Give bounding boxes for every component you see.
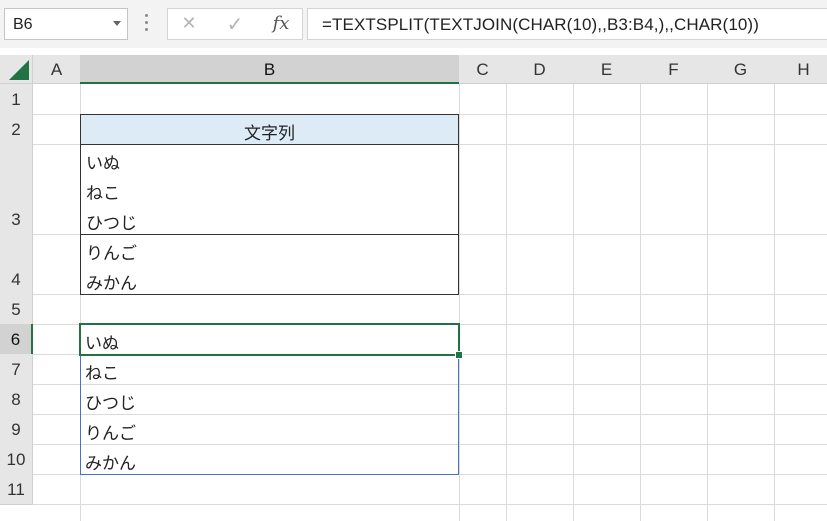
select-all-triangle-icon bbox=[9, 60, 29, 80]
cell-b4[interactable]: りんご みかん bbox=[80, 234, 459, 295]
row-header-11[interactable]: 11 bbox=[0, 474, 33, 505]
row-header-1[interactable]: 1 bbox=[0, 84, 33, 115]
cell-b3-line-2: ねこ bbox=[86, 184, 120, 204]
row-header-2[interactable]: 2 bbox=[0, 114, 33, 145]
cell-b3-line-3: ひつじ bbox=[86, 214, 137, 234]
insert-function-icon[interactable]: fx bbox=[266, 12, 296, 36]
column-header-d[interactable]: D bbox=[506, 55, 574, 84]
column-header-g[interactable]: G bbox=[707, 55, 775, 84]
row-header-9[interactable]: 9 bbox=[0, 414, 33, 445]
cell-b3-line-1: いぬ bbox=[86, 154, 120, 174]
active-cell-selection bbox=[79, 323, 460, 356]
column-header-f[interactable]: F bbox=[640, 55, 708, 84]
select-all-button[interactable] bbox=[0, 55, 33, 84]
cell-b2-text: 文字列 bbox=[244, 124, 295, 144]
cell-b2[interactable]: 文字列 bbox=[80, 114, 459, 145]
row-number: 3 bbox=[11, 210, 21, 229]
cell-b3[interactable]: いぬ ねこ ひつじ bbox=[80, 144, 459, 235]
column-header-e[interactable]: E bbox=[573, 55, 641, 84]
row-number: 7 bbox=[11, 360, 21, 379]
row-header-6[interactable]: 6 bbox=[0, 324, 33, 355]
row-header-7[interactable]: 7 bbox=[0, 354, 33, 385]
column-header-c[interactable]: C bbox=[459, 55, 507, 84]
row-header-10[interactable]: 10 bbox=[0, 444, 33, 475]
column-header-h[interactable]: H bbox=[774, 55, 827, 84]
row-number: 6 bbox=[10, 330, 21, 349]
column-header-a[interactable]: A bbox=[33, 55, 81, 84]
fill-handle[interactable] bbox=[455, 351, 463, 359]
row-number: 1 bbox=[11, 90, 21, 109]
column-header-b[interactable]: B bbox=[80, 55, 460, 84]
row-header-5[interactable]: 5 bbox=[0, 294, 33, 325]
formula-bar-resize-handle-icon[interactable] bbox=[145, 14, 149, 34]
name-box-value: B6 bbox=[13, 16, 33, 33]
cell-b7[interactable]: ねこ bbox=[85, 359, 119, 384]
formula-input[interactable]: =TEXTSPLIT(TEXTJOIN(CHAR(10),,B3:B4,),,C… bbox=[307, 8, 827, 40]
cancel-icon[interactable]: ✕ bbox=[174, 12, 204, 36]
row-number: 9 bbox=[11, 420, 21, 439]
enter-icon[interactable]: ✓ bbox=[220, 12, 250, 36]
formula-buttons: ✕ ✓ fx bbox=[167, 8, 303, 40]
name-box-dropdown-icon[interactable] bbox=[113, 21, 121, 26]
row-number: 11 bbox=[7, 480, 25, 499]
worksheet-grid[interactable]: A B C D E F G H 1 2 3 4 5 6 7 8 9 10 11 … bbox=[0, 55, 827, 521]
formula-text: =TEXTSPLIT(TEXTJOIN(CHAR(10),,B3:B4,),,C… bbox=[322, 15, 759, 34]
row-number: 4 bbox=[11, 270, 21, 289]
row-number: 2 bbox=[11, 120, 21, 139]
cell-b9[interactable]: りんご bbox=[85, 419, 136, 444]
formula-bar: B6 ✕ ✓ fx =TEXTSPLIT(TEXTJOIN(CHAR(10),,… bbox=[0, 0, 827, 48]
row-header-8[interactable]: 8 bbox=[0, 384, 33, 415]
cell-b4-line-2: みかん bbox=[86, 274, 137, 294]
row-header-3[interactable]: 3 bbox=[0, 144, 33, 235]
cell-b8[interactable]: ひつじ bbox=[85, 389, 136, 414]
row-header-4[interactable]: 4 bbox=[0, 234, 33, 295]
row-number: 5 bbox=[11, 300, 21, 319]
name-box[interactable]: B6 bbox=[4, 8, 128, 40]
row-number: 8 bbox=[11, 390, 21, 409]
cell-b10[interactable]: みかん bbox=[85, 449, 136, 474]
cell-b4-line-1: りんご bbox=[86, 244, 137, 264]
row-number: 10 bbox=[6, 450, 26, 469]
